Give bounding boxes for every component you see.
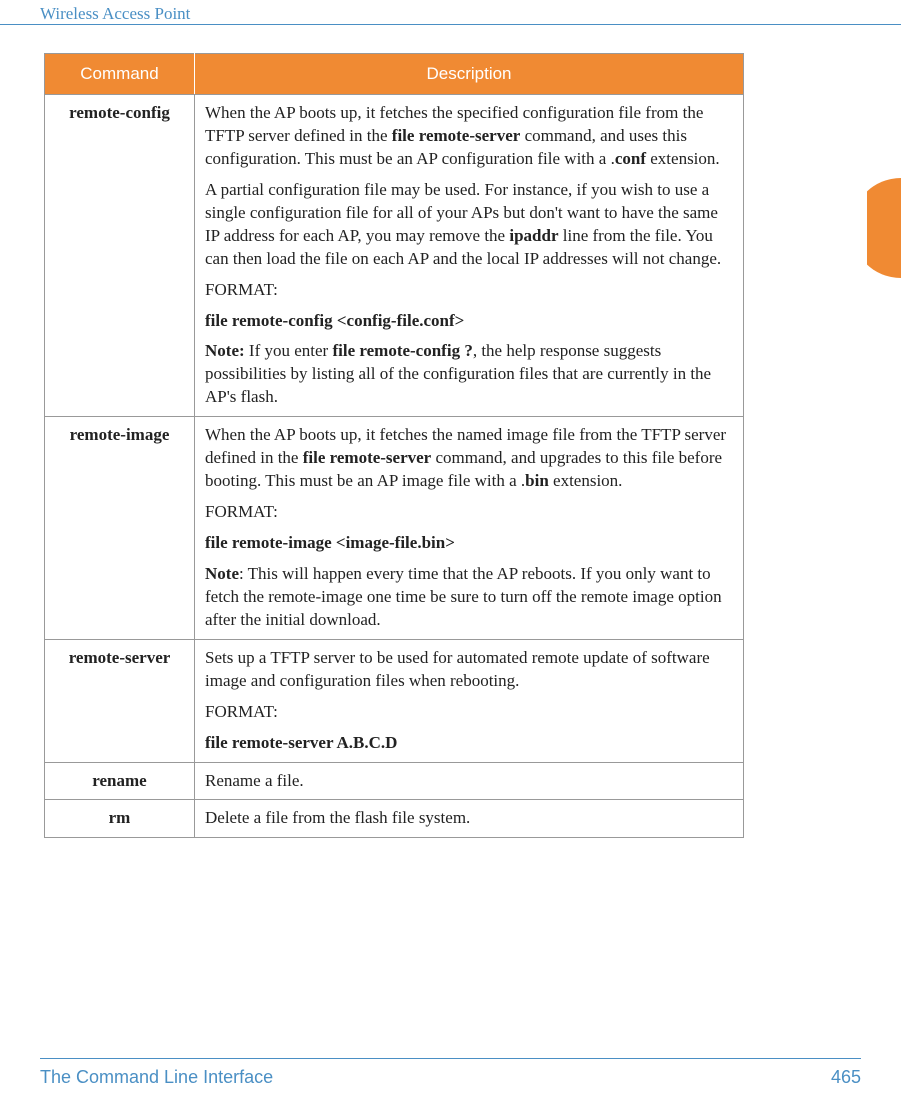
paragraph: FORMAT: <box>205 279 733 302</box>
bold-text: Note: <box>205 341 245 360</box>
table-header-row: Command Description <box>45 54 744 95</box>
text: : This will happen every time that the A… <box>205 564 722 629</box>
footer-title: The Command Line Interface <box>40 1067 273 1088</box>
text: extension. <box>646 149 720 168</box>
bold-text: file remote-server <box>392 126 521 145</box>
cmd-remote-config: remote-config <box>45 95 195 417</box>
page-header: Wireless Access Point <box>0 0 901 25</box>
table-row: remote-image When the AP boots up, it fe… <box>45 417 744 640</box>
bold-text: ipaddr <box>509 226 558 245</box>
paragraph: FORMAT: <box>205 701 733 724</box>
command-table: Command Description remote-config When t… <box>44 53 744 838</box>
cmd-rm: rm <box>45 800 195 838</box>
header-title: Wireless Access Point <box>40 4 190 24</box>
bold-text: bin <box>525 471 549 490</box>
bold-text: file remote-server <box>303 448 432 467</box>
paragraph: FORMAT: <box>205 501 733 524</box>
paragraph: Note: This will happen every time that t… <box>205 563 733 632</box>
orange-tab-icon <box>867 178 901 278</box>
bold-text: file remote-config ? <box>332 341 472 360</box>
paragraph: Sets up a TFTP server to be used for aut… <box>205 647 733 693</box>
paragraph: file remote-config <config-file.conf> <box>205 310 733 333</box>
paragraph: file remote-server A.B.C.D <box>205 732 733 755</box>
bold-text: file remote-image <image-file.bin> <box>205 533 455 552</box>
desc-rm: Delete a file from the flash file system… <box>195 800 744 838</box>
cmd-remote-server: remote-server <box>45 639 195 762</box>
page-footer: The Command Line Interface 465 <box>40 1058 861 1088</box>
desc-remote-image: When the AP boots up, it fetches the nam… <box>195 417 744 640</box>
paragraph: Note: If you enter file remote-config ?,… <box>205 340 733 409</box>
paragraph: When the AP boots up, it fetches the nam… <box>205 424 733 493</box>
paragraph: Rename a file. <box>205 770 733 793</box>
text: extension. <box>549 471 623 490</box>
paragraph: A partial configuration file may be used… <box>205 179 733 271</box>
bold-text: file remote-server A.B.C.D <box>205 733 397 752</box>
table-row: rm Delete a file from the flash file sys… <box>45 800 744 838</box>
bold-text: file remote-config <config-file.conf> <box>205 311 464 330</box>
table-row: remote-server Sets up a TFTP server to b… <box>45 639 744 762</box>
desc-remote-config: When the AP boots up, it fetches the spe… <box>195 95 744 417</box>
cmd-rename: rename <box>45 762 195 800</box>
paragraph: Delete a file from the flash file system… <box>205 807 733 830</box>
col-header-description: Description <box>195 54 744 95</box>
col-header-command: Command <box>45 54 195 95</box>
table-row: remote-config When the AP boots up, it f… <box>45 95 744 417</box>
desc-rename: Rename a file. <box>195 762 744 800</box>
footer-page-number: 465 <box>831 1067 861 1088</box>
paragraph: When the AP boots up, it fetches the spe… <box>205 102 733 171</box>
bold-text: conf <box>615 149 646 168</box>
text: If you enter <box>245 341 333 360</box>
bold-text: Note <box>205 564 239 583</box>
table-row: rename Rename a file. <box>45 762 744 800</box>
cmd-remote-image: remote-image <box>45 417 195 640</box>
content-area: Command Description remote-config When t… <box>0 25 901 858</box>
desc-remote-server: Sets up a TFTP server to be used for aut… <box>195 639 744 762</box>
paragraph: file remote-image <image-file.bin> <box>205 532 733 555</box>
